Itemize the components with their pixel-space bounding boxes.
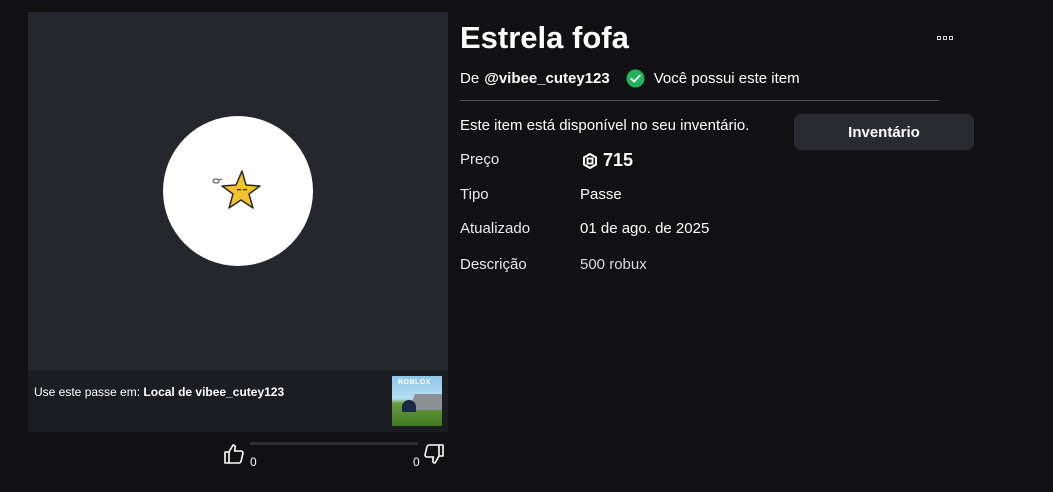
price-label: Preço: [460, 151, 500, 168]
thumbs-up-icon[interactable]: [222, 442, 246, 466]
more-options-icon[interactable]: [937, 35, 957, 43]
place-thumbnail[interactable]: ROBLOX: [392, 376, 442, 426]
inventory-button[interactable]: Inventário: [794, 114, 974, 150]
item-thumbnail-card: Use este passe em: Local de vibee_cutey1…: [28, 12, 448, 432]
type-label: Tipo: [460, 186, 489, 203]
description-label: Descrição: [460, 256, 527, 273]
place-usage-bar: Use este passe em: Local de vibee_cutey1…: [28, 370, 448, 432]
place-thumbnail-tunnel: [402, 400, 416, 412]
price-value-group: 715: [582, 150, 633, 171]
availability-text: Este item está disponível no seu inventá…: [460, 117, 750, 134]
star-icon: [212, 170, 261, 209]
item-title: Estrela fofa: [460, 20, 629, 55]
creator-prefix: De: [460, 70, 480, 87]
item-details-page: Use este passe em: Local de vibee_cutey1…: [0, 0, 1053, 492]
type-value: Passe: [580, 186, 622, 203]
place-usage-label: Use este passe em:: [34, 385, 141, 399]
robux-icon: [583, 152, 597, 169]
item-icon-circle: [163, 116, 313, 266]
updated-value: 01 de ago. de 2025: [580, 220, 710, 237]
creator-link[interactable]: @vibee_cutey123: [484, 70, 610, 87]
vote-ratio-track: [250, 442, 418, 445]
vote-bar: 0 0: [222, 440, 448, 470]
thumbs-down-icon[interactable]: [422, 442, 446, 466]
place-usage-text: Use este passe em: Local de vibee_cutey1…: [34, 385, 284, 399]
item-thumbnail: [28, 12, 448, 370]
check-circle-icon: [626, 69, 645, 88]
divider: [460, 100, 939, 101]
creator-line: De @vibee_cutey123 Você possui este item: [460, 69, 800, 88]
upvote-count: 0: [250, 455, 257, 469]
place-link[interactable]: Local de vibee_cutey123: [143, 385, 284, 399]
place-thumbnail-logo: ROBLOX: [398, 379, 431, 386]
price-value: 715: [603, 150, 634, 170]
owned-status-text: Você possui este item: [653, 70, 800, 87]
description-value: 500 robux: [580, 256, 647, 273]
updated-label: Atualizado: [460, 220, 531, 237]
downvote-count: 0: [413, 455, 420, 469]
